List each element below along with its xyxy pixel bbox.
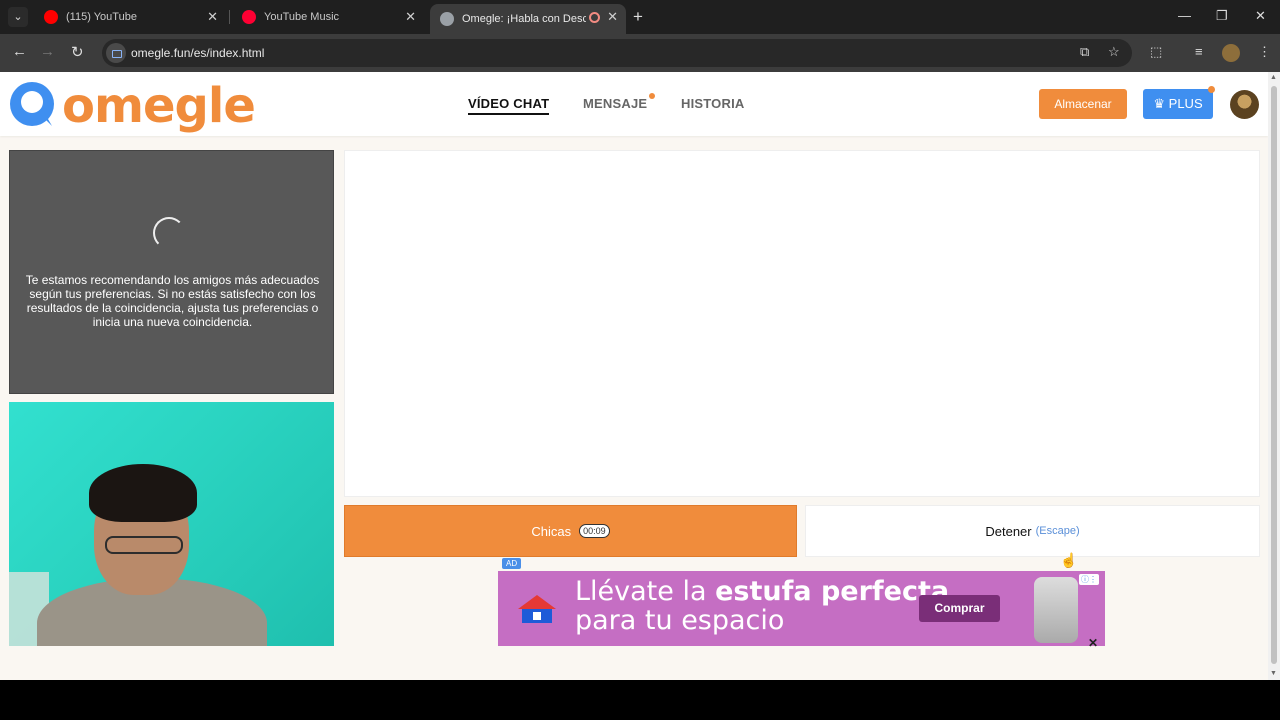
plus-label: PLUS xyxy=(1168,96,1203,111)
back-icon[interactable]: ← xyxy=(12,43,27,60)
media-controls-icon[interactable]: ≡ xyxy=(1195,44,1203,59)
nav-history[interactable]: HISTORIA xyxy=(681,96,744,111)
scroll-up-icon[interactable]: ▲ xyxy=(1270,74,1277,81)
close-tab-icon[interactable]: ✕ xyxy=(405,9,416,25)
nav-message[interactable]: MENSAJE xyxy=(583,96,647,111)
ad-headline-bold: estufa perfecta xyxy=(715,576,950,607)
forward-icon[interactable]: → xyxy=(40,43,55,60)
ad-headline-2: para tu espacio xyxy=(575,605,785,636)
scroll-down-icon[interactable]: ▼ xyxy=(1270,670,1277,677)
youtube-music-icon xyxy=(242,10,256,24)
user-avatar[interactable] xyxy=(1230,90,1259,119)
tab-youtube[interactable]: (115) YouTube ✕ xyxy=(34,4,226,30)
page-scrollbar[interactable]: ▲ ▼ xyxy=(1268,72,1280,680)
timer-badge: 00:09 xyxy=(579,524,610,538)
ad-headline-normal: Llévate la xyxy=(575,576,716,607)
notification-dot xyxy=(649,93,655,99)
url-text: omegle.fun/es/index.html xyxy=(131,46,265,60)
heater-product-image xyxy=(1034,577,1078,643)
plus-button[interactable]: ♛ PLUS xyxy=(1143,89,1213,119)
install-app-icon[interactable]: ⧉ xyxy=(1080,44,1089,60)
girls-filter-button[interactable]: Chicas 00:09 xyxy=(344,505,797,557)
site-info-icon[interactable] xyxy=(106,43,126,63)
tab-divider xyxy=(229,10,230,24)
menu-kebab-icon[interactable]: ⋮ xyxy=(1258,44,1271,60)
nav-video-chat[interactable]: VÍDEO CHAT xyxy=(468,96,550,115)
ad-banner[interactable]: Llévate la estufa perfecta para tu espac… xyxy=(498,571,1105,646)
extensions-icon[interactable]: ⬚ xyxy=(1150,44,1162,60)
address-bar[interactable]: omegle.fun/es/index.html xyxy=(102,39,1132,67)
close-window-icon[interactable]: ✕ xyxy=(1255,8,1266,24)
site-header: omegle VÍDEO CHAT MENSAJE HISTORIA Almac… xyxy=(0,72,1268,136)
stop-shortcut-hint: (Escape) xyxy=(1035,525,1080,537)
tab-title: Omegle: ¡Habla con Descon xyxy=(462,13,586,25)
browser-toolbar: ← → ↻ omegle.fun/es/index.html ⧉ ☆ ⬚ ≡ ⋮ xyxy=(0,34,1280,72)
tab-title: YouTube Music xyxy=(264,11,340,23)
girls-label: Chicas xyxy=(531,523,572,539)
local-video-feed xyxy=(9,402,334,646)
youtube-icon xyxy=(44,10,58,24)
person-hair xyxy=(89,464,197,522)
page: omegle VÍDEO CHAT MENSAJE HISTORIA Almac… xyxy=(0,72,1268,680)
tab-title: (115) YouTube xyxy=(66,11,137,23)
minimize-icon[interactable]: — xyxy=(1178,8,1191,23)
ad-headline-1: Llévate la estufa perfecta xyxy=(575,576,949,607)
ad-label-badge: AD xyxy=(502,558,522,569)
globe-icon xyxy=(440,12,454,26)
bookmark-star-icon[interactable]: ☆ xyxy=(1108,44,1120,60)
screen-bottom-strip xyxy=(0,680,1280,720)
matching-message: Te estamos recomendando los amigos más a… xyxy=(25,273,320,329)
notification-dot xyxy=(1208,86,1215,93)
browser-profile-avatar[interactable] xyxy=(1222,44,1240,62)
ad-close-icon[interactable]: ✕ xyxy=(1088,636,1098,650)
browser-tab-bar: ⌄ (115) YouTube ✕ YouTube Music ✕ Omegle… xyxy=(0,0,1280,34)
restore-icon[interactable]: ❐ xyxy=(1216,8,1228,24)
omegle-logo[interactable]: omegle xyxy=(8,78,256,134)
chat-area[interactable] xyxy=(344,150,1260,497)
close-tab-icon[interactable]: ✕ xyxy=(607,9,618,25)
scrollbar-thumb[interactable] xyxy=(1271,86,1277,664)
recording-icon xyxy=(589,12,600,23)
chat-bubble-logo-icon xyxy=(10,82,54,126)
stop-button[interactable]: Detener (Escape) xyxy=(805,505,1260,557)
crown-icon: ♛ xyxy=(1153,96,1166,111)
person-glasses xyxy=(105,536,183,554)
store-button[interactable]: Almacenar xyxy=(1039,89,1127,119)
loading-spinner-icon xyxy=(153,217,185,249)
new-tab-icon[interactable]: + xyxy=(633,7,643,27)
hand-cursor-icon: ☝ xyxy=(1060,552,1078,568)
reload-icon[interactable]: ↻ xyxy=(71,43,84,61)
house-logo-icon xyxy=(518,595,556,623)
logo-wordmark: omegle xyxy=(62,78,256,134)
stop-label: Detener xyxy=(985,523,1032,539)
tab-search-dropdown-icon[interactable]: ⌄ xyxy=(8,7,28,27)
tab-youtube-music[interactable]: YouTube Music ✕ xyxy=(232,4,424,30)
ad-info-icon[interactable]: ⓘ⋮ xyxy=(1079,574,1099,585)
close-tab-icon[interactable]: ✕ xyxy=(207,9,218,25)
ad-buy-button[interactable]: Comprar xyxy=(919,595,1000,622)
remote-video-panel: Te estamos recomendando los amigos más a… xyxy=(9,150,334,394)
tab-omegle[interactable]: Omegle: ¡Habla con Descon ✕ xyxy=(430,4,626,34)
